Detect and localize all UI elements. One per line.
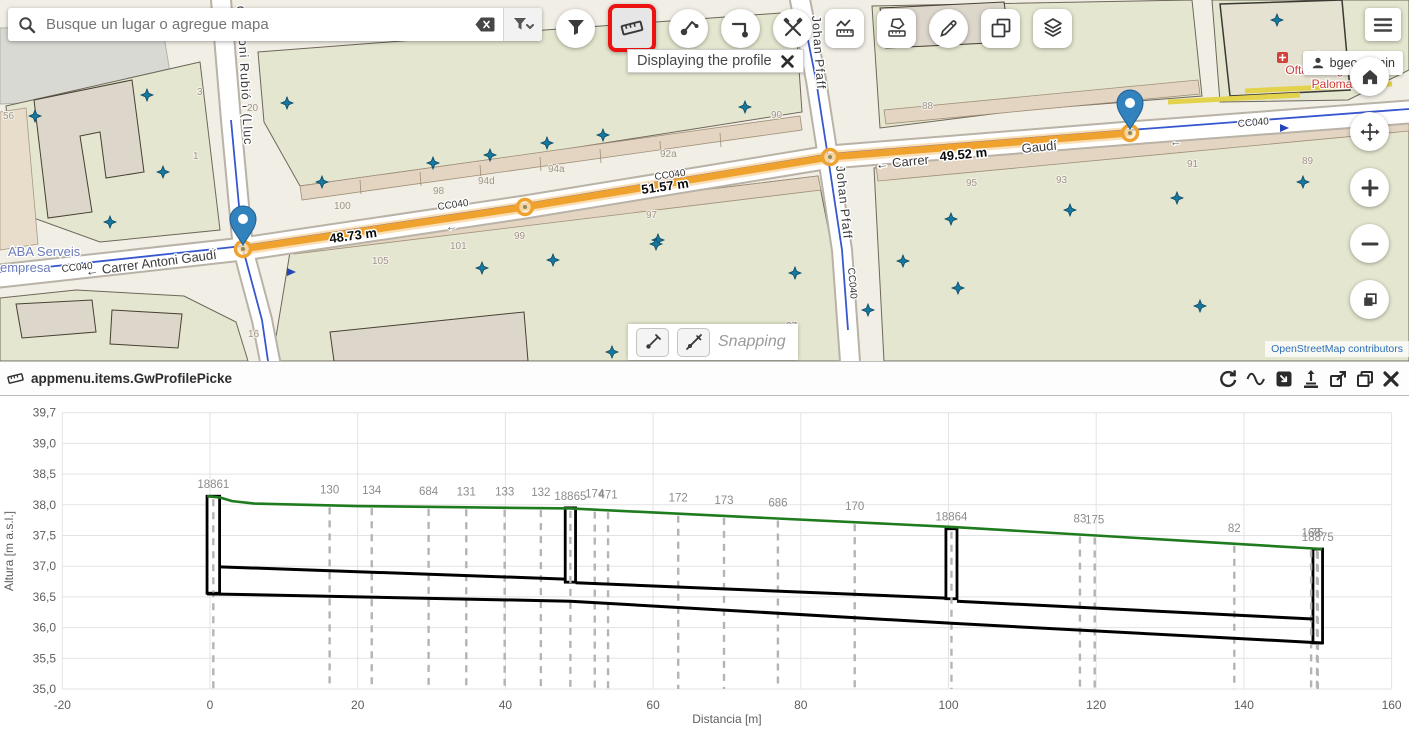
menu-button[interactable] (1365, 8, 1401, 41)
profile-chart-button[interactable] (825, 9, 864, 48)
svg-text:37,5: 37,5 (33, 529, 57, 543)
svg-text:40: 40 (499, 698, 513, 712)
profile-panel: appmenu.items.GwProfilePicke (0, 361, 1409, 733)
locate-button[interactable] (1350, 112, 1389, 151)
svg-text:18861: 18861 (197, 479, 229, 491)
map-attribution[interactable]: OpenStreetMap contributors (1265, 341, 1409, 357)
svg-text:18875: 18875 (1302, 532, 1334, 544)
export-image-icon[interactable] (1275, 370, 1293, 388)
profile-tooltip: Displaying the profile (627, 49, 804, 73)
svg-text:38,5: 38,5 (33, 467, 57, 481)
svg-text:686: 686 (768, 498, 787, 510)
map-viewport[interactable]: CC040 CC040 CC040 CC040 CC040 ← Carrer A… (0, 0, 1409, 361)
search-bar (8, 8, 542, 41)
elevation-profile-chart[interactable]: 39,7 39,0 38,5 38,0 37,5 37,0 36,5 36,0 35,5 35,0… (0, 396, 1409, 733)
duplicate-view-icon[interactable] (1356, 370, 1374, 388)
svg-text:160: 160 (1382, 698, 1402, 712)
refresh-icon[interactable] (1218, 369, 1237, 388)
draw-pencil-button[interactable] (929, 9, 968, 48)
profile-panel-icon (6, 369, 25, 388)
home-button[interactable] (1350, 57, 1389, 96)
export-data-icon[interactable] (1302, 369, 1320, 388)
svg-text:175: 175 (1085, 514, 1104, 526)
open-external-icon[interactable] (1329, 370, 1347, 388)
svg-text:18864: 18864 (935, 512, 968, 524)
layers-button[interactable] (1033, 9, 1072, 48)
svg-text:39,0: 39,0 (33, 436, 57, 450)
profile-tool-button[interactable] (608, 4, 656, 52)
clear-search-icon[interactable] (467, 17, 503, 32)
svg-text:80: 80 (794, 698, 808, 712)
snapping-label: Snapping (718, 333, 786, 351)
svg-text:684: 684 (419, 486, 439, 498)
svg-text:18865: 18865 (554, 491, 586, 503)
svg-text:35,5: 35,5 (33, 651, 57, 665)
tooltip-close-icon[interactable] (781, 55, 794, 68)
svg-text:37,0: 37,0 (33, 559, 57, 573)
search-filter-dropdown[interactable] (503, 8, 542, 41)
search-input[interactable] (44, 15, 467, 34)
svg-text:130: 130 (320, 484, 339, 496)
svg-text:471: 471 (598, 489, 617, 501)
snapping-control: Snapping (628, 324, 798, 360)
svg-text:Altura [m a.s.l.]: Altura [m a.s.l.] (2, 511, 16, 591)
svg-text:120: 120 (1086, 698, 1106, 712)
close-panel-icon[interactable] (1383, 371, 1399, 387)
tooltip-text: Displaying the profile (637, 53, 772, 69)
svg-text:172: 172 (669, 493, 688, 505)
svg-text:-20: -20 (54, 698, 72, 712)
svg-text:0: 0 (207, 698, 214, 712)
zoom-in-button[interactable] (1350, 168, 1389, 207)
tools-button[interactable] (773, 9, 812, 48)
svg-text:133: 133 (495, 487, 514, 499)
user-icon (1311, 56, 1325, 70)
basemap-button[interactable] (1350, 280, 1389, 319)
svg-text:131: 131 (457, 486, 476, 498)
profile-panel-header: appmenu.items.GwProfilePicke (0, 362, 1409, 396)
network-trace-button[interactable] (669, 9, 708, 48)
svg-text:134: 134 (362, 485, 382, 497)
svg-text:Distancia [m]: Distancia [m] (692, 712, 761, 726)
app: CC040 CC040 CC040 CC040 CC040 ← Carrer A… (0, 0, 1409, 733)
clinic-icon (1277, 52, 1288, 63)
svg-text:82: 82 (1228, 523, 1241, 535)
svg-text:100: 100 (938, 698, 958, 712)
svg-text:140: 140 (1234, 698, 1254, 712)
filter-funnel-button[interactable] (556, 9, 595, 48)
svg-text:170: 170 (845, 501, 864, 513)
svg-text:36,0: 36,0 (33, 621, 57, 635)
svg-text:173: 173 (714, 495, 733, 507)
panel-toolbar (1218, 369, 1403, 388)
map-toolbar (556, 4, 1072, 52)
panel-title: appmenu.items.GwProfilePicke (31, 371, 232, 386)
svg-text:39,7: 39,7 (33, 406, 57, 420)
zoom-out-button[interactable] (1350, 224, 1389, 263)
svg-text:35,0: 35,0 (33, 682, 57, 696)
measure-area-button[interactable] (877, 9, 916, 48)
snap-on-button[interactable] (636, 328, 669, 357)
chart-container: 39,7 39,0 38,5 38,0 37,5 37,0 36,5 36,0 35,5 35,0… (0, 396, 1409, 733)
svg-text:132: 132 (531, 487, 550, 499)
svg-text:36,5: 36,5 (33, 590, 57, 604)
search-icon (18, 16, 36, 34)
duplicate-button[interactable] (981, 9, 1020, 48)
svg-text:60: 60 (646, 698, 660, 712)
svg-text:38,0: 38,0 (33, 498, 57, 512)
network-connect-button[interactable] (721, 9, 760, 48)
svg-text:20: 20 (351, 698, 365, 712)
curve-icon[interactable] (1246, 371, 1266, 387)
snap-off-button[interactable] (677, 328, 710, 357)
